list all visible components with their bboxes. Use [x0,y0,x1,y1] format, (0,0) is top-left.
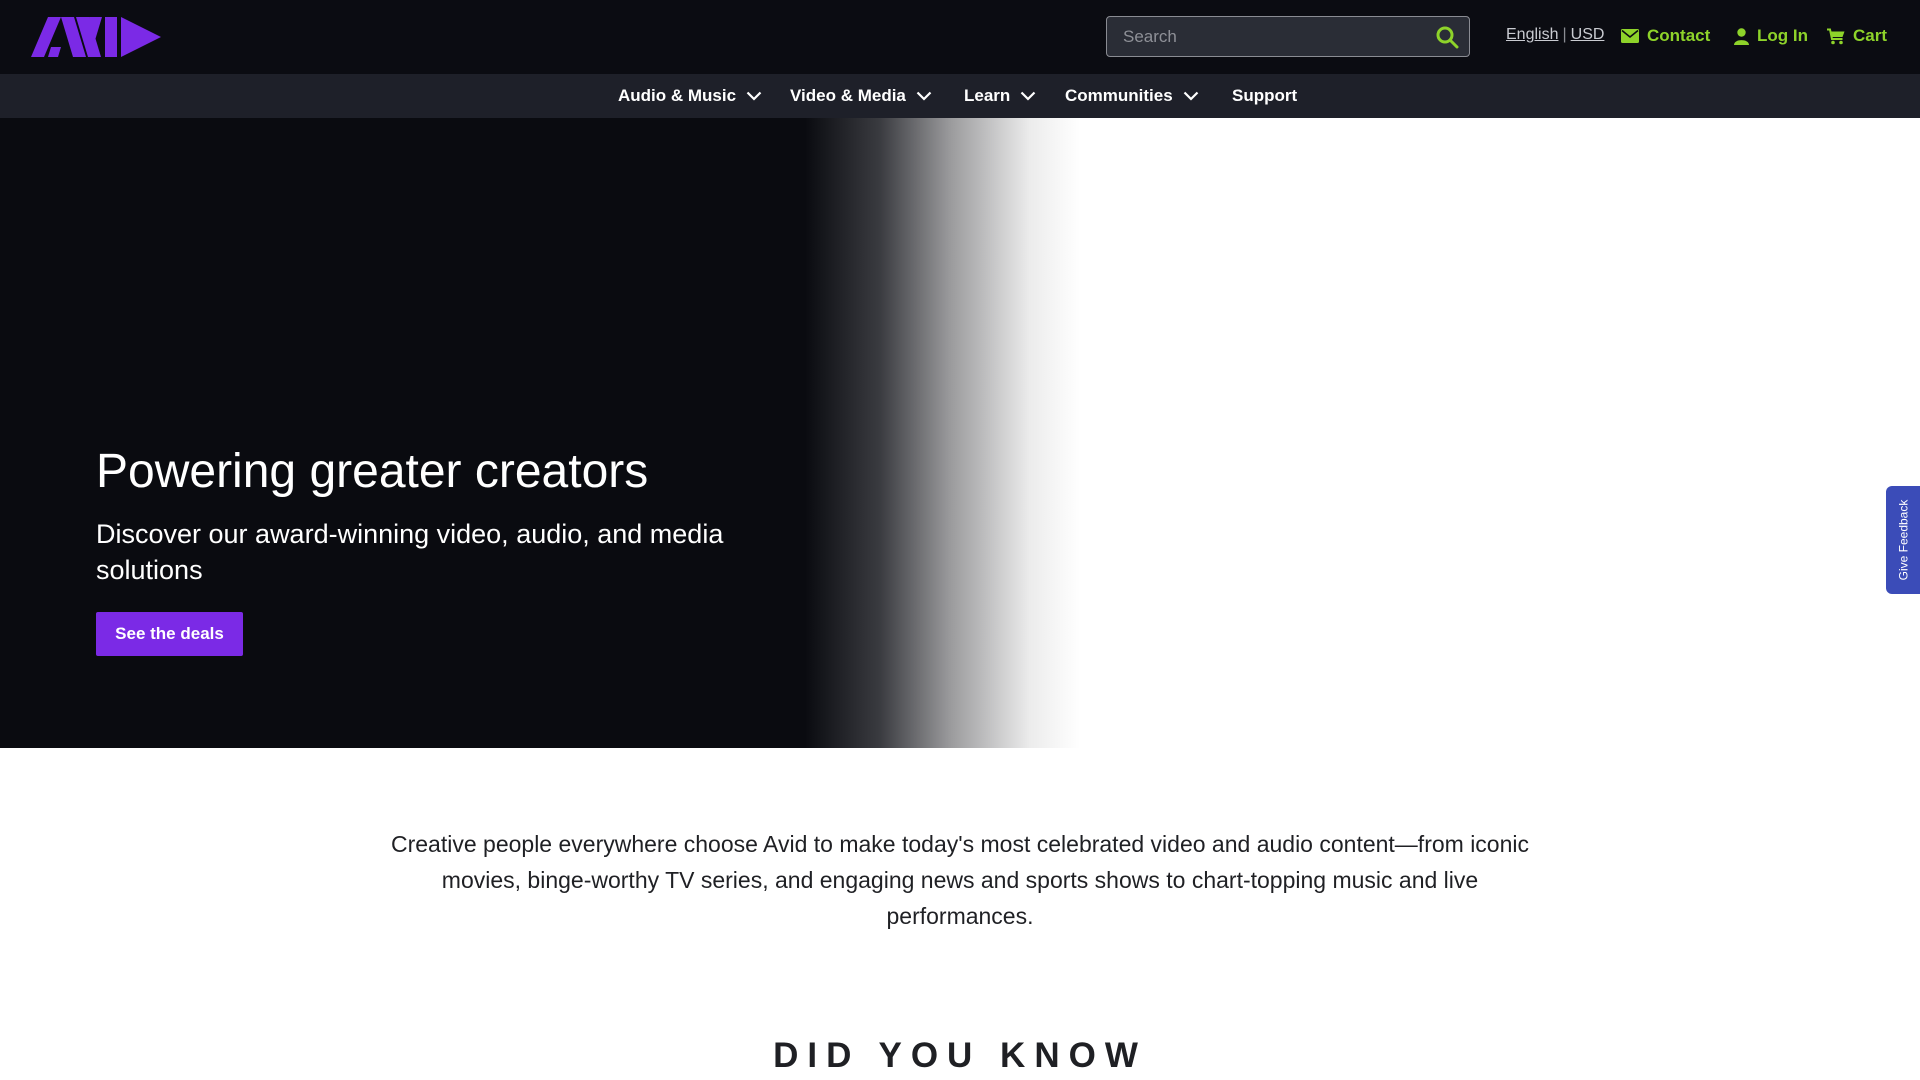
chevron-down-icon [746,91,762,101]
nav-learn[interactable]: Learn [964,74,1036,118]
top-header: English|USD Contact Log In Cart [0,0,1920,74]
cart-link[interactable]: Cart [1827,24,1887,48]
feedback-label: Give Feedback [1896,499,1910,581]
nav-communities-label: Communities [1065,86,1173,105]
contact-link[interactable]: Contact [1621,24,1710,48]
hero-title: Powering greater creators [96,445,649,498]
search-box [1106,16,1470,57]
language-link[interactable]: English [1506,26,1558,43]
nav-video-media[interactable]: Video & Media [790,74,932,118]
locale-selector: English | USD [1506,26,1604,48]
intro-paragraph: Creative people everywhere choose Avid t… [391,831,1529,929]
nav-audio-music-label: Audio & Music [618,86,737,105]
locale-separator: | [1562,26,1567,43]
nav-communities[interactable]: Communities [1065,74,1199,118]
login-label: Log In [1757,26,1808,45]
nav-audio-music[interactable]: Audio & Music [618,74,762,118]
nav-support-label: Support [1232,86,1298,105]
chevron-down-icon [916,91,932,101]
nav-learn-label: Learn [964,86,1011,105]
chevron-down-icon [1183,91,1198,101]
avid-logo[interactable] [31,17,161,57]
give-feedback-tab[interactable]: Give Feedback [1886,486,1920,594]
main-nav: Audio & Music Video & Media Learn Commun… [0,74,1920,118]
cart-label: Cart [1853,26,1888,45]
cart-icon [1827,28,1845,44]
hero-banner: Powering greater creators Discover our a… [0,118,1920,748]
chevron-down-icon [1021,91,1036,101]
did-you-know-heading: DID YOU KNOW [773,1036,1147,1075]
contact-label: Contact [1647,26,1711,45]
search-input[interactable] [1107,17,1427,56]
see-deals-button[interactable]: See the deals [96,612,243,656]
currency-link[interactable]: USD [1571,26,1605,43]
search-icon[interactable] [1435,25,1459,49]
nav-video-media-label: Video & Media [790,86,906,105]
login-link[interactable]: Log In [1734,24,1808,48]
envelope-icon [1621,29,1639,43]
hero-subtitle: Discover our award-winning video, audio,… [96,519,724,585]
user-icon [1734,27,1749,45]
nav-support[interactable]: Support [1232,74,1297,118]
